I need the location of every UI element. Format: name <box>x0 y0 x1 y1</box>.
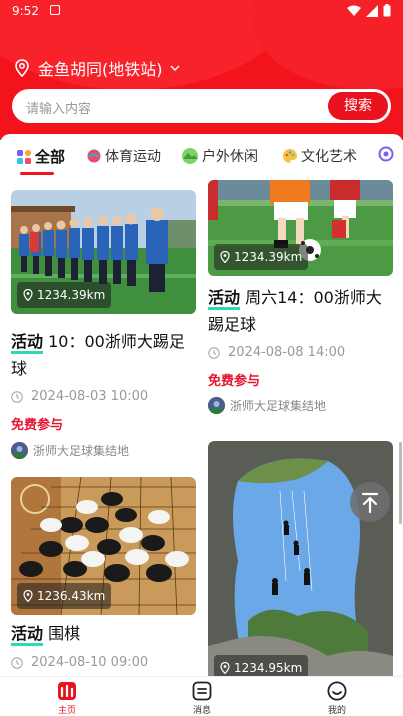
location-selector[interactable]: 金鱼胡同(地铁站) <box>14 56 181 80</box>
smiley-icon <box>327 681 347 701</box>
tab-label: 户外休闲 <box>202 149 258 165</box>
tab-label: 体育运动 <box>105 149 161 165</box>
bottom-nav: 主页 消息 我的 <box>0 676 403 716</box>
notification-icon <box>50 5 60 15</box>
activity-card[interactable]: 1234.39km 活动 周六14：00浙师大踢足球 2024-08-08 14… <box>208 180 393 430</box>
signal-icon <box>366 4 378 17</box>
location-pin-icon <box>220 662 230 674</box>
venue: 浙师大足球集结地 <box>208 397 326 414</box>
venue: 浙师大足球集结地 <box>11 442 129 459</box>
activity-card[interactable]: 1236.43km 活动 围棋 2024-08-10 09:00 <box>11 477 196 676</box>
location-pin-icon <box>220 251 230 263</box>
distance-badge: 1234.95km <box>214 655 309 676</box>
status-time: 9:52 <box>12 4 39 18</box>
app-root: 9:52 金鱼胡同(地铁站) 请输入内容 搜索 全部 体育运动 户外休闲 文化艺… <box>0 0 403 716</box>
tab-outdoor[interactable]: 户外休闲 <box>181 146 258 166</box>
back-to-top-button[interactable] <box>350 482 390 522</box>
tab-all[interactable]: 全部 <box>16 146 66 175</box>
activity-image <box>208 441 393 676</box>
distance-badge: 1236.43km <box>17 583 112 609</box>
location-label: 金鱼胡同(地铁站) <box>38 60 163 79</box>
activity-tag: 活动 <box>208 288 241 310</box>
tab-active-indicator <box>20 172 54 175</box>
clock-icon <box>208 346 220 359</box>
arrow-up-icon <box>361 492 379 514</box>
header: 9:52 金鱼胡同(地铁站) 请输入内容 搜索 <box>0 0 403 140</box>
battery-icon <box>383 4 391 17</box>
nav-profile[interactable]: 我的 <box>307 680 367 716</box>
tab-label: 全部 <box>35 148 66 166</box>
tab-culture[interactable]: 文化艺术 <box>282 146 357 166</box>
tab-more[interactable] <box>378 146 397 162</box>
message-icon <box>192 681 212 701</box>
location-pin-icon <box>23 590 33 602</box>
grid-icon <box>17 149 31 164</box>
activity-title: 活动 10：00浙师大踢足球 <box>11 332 185 378</box>
price-label: 免费参与 <box>208 374 261 389</box>
status-bar: 9:52 <box>0 0 403 24</box>
outdoor-icon <box>182 148 198 164</box>
tab-label: 文化艺术 <box>301 149 357 165</box>
search-input[interactable]: 请输入内容 <box>26 98 91 117</box>
chevron-down-icon <box>169 65 180 72</box>
more-category-icon <box>378 146 394 162</box>
activity-date: 2024-08-10 09:00 <box>11 655 148 670</box>
location-pin-icon <box>23 289 33 301</box>
wifi-icon <box>347 5 361 16</box>
activity-tag: 活动 <box>11 624 44 646</box>
sports-icon <box>87 149 101 163</box>
clock-icon <box>11 390 23 403</box>
nav-home[interactable]: 主页 <box>37 680 97 716</box>
venue-avatar <box>11 442 28 459</box>
distance-badge: 1234.39km <box>17 282 112 308</box>
home-icon <box>58 682 76 700</box>
clock-icon <box>11 656 23 669</box>
activity-title: 活动 围棋 <box>11 620 196 647</box>
location-pin-icon <box>15 59 29 77</box>
activity-card[interactable]: 1234.39km 活动 10：00浙师大踢足球 2024-08-03 10:0… <box>11 190 196 470</box>
search-button[interactable]: 搜索 <box>328 92 388 120</box>
search-bar: 请输入内容 搜索 <box>12 89 391 123</box>
distance-badge: 1234.39km <box>214 244 309 270</box>
venue-avatar <box>208 397 225 414</box>
price-label: 免费参与 <box>11 418 64 433</box>
activity-feed: 1234.39km 活动 10：00浙师大踢足球 2024-08-03 10:0… <box>0 180 403 676</box>
palette-icon <box>283 149 297 163</box>
nav-messages[interactable]: 消息 <box>172 680 232 716</box>
activity-card[interactable]: 1234.95km <box>208 441 393 676</box>
scrollbar[interactable] <box>399 442 402 524</box>
activity-title: 活动 周六14：00浙师大踢足球 <box>208 288 382 334</box>
activity-tag: 活动 <box>11 332 44 354</box>
tab-sports[interactable]: 体育运动 <box>86 146 161 166</box>
activity-date: 2024-08-03 10:00 <box>11 389 148 404</box>
category-tabs: 全部 体育运动 户外休闲 文化艺术 <box>0 134 403 180</box>
activity-date: 2024-08-08 14:00 <box>208 345 345 360</box>
